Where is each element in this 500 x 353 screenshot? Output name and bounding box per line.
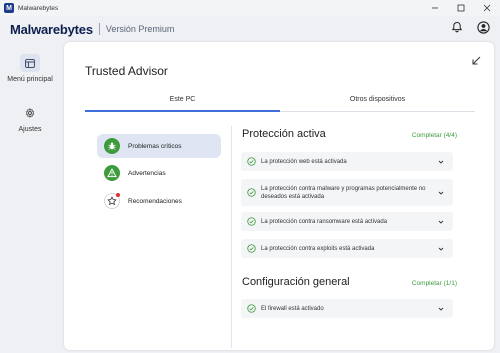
chevron-down-icon [438,247,444,251]
chevron-down-icon [438,220,444,224]
device-tabs: Este PC Otros dispositivos [85,94,475,112]
close-button[interactable] [474,0,500,16]
minimize-button[interactable] [422,0,448,16]
sidebar-item-label: Ajustes [18,126,42,133]
sidebar-item-dashboard[interactable]: Menú principal [0,54,60,83]
header-divider [98,23,100,35]
sidebar: Menú principal Ajustes [0,42,60,353]
category-warnings[interactable]: Advertencias [97,161,221,185]
section-status-badge: Completar (1/1) [411,280,457,287]
panel-divider [231,126,232,348]
item-label: La protección contra exploits está activ… [261,245,375,252]
config-item-firewall[interactable]: El firewall está activado [241,299,453,318]
close-icon [483,4,491,12]
item-label: La protección contra malware y programas… [261,185,426,200]
chevron-down-icon [438,160,444,164]
sidebar-item-label: Menú principal [7,76,53,83]
item-label: La protección contra ransomware está act… [261,218,388,225]
check-circle-icon [247,217,256,226]
check-circle-icon [247,157,256,166]
protection-item-exploits[interactable]: La protección contra exploits está activ… [241,239,453,258]
window-title: Malwarebytes [18,4,59,12]
notification-dot [116,193,120,197]
category-label: Problemas críticos [128,142,182,150]
check-circle-icon [247,304,256,313]
malwarebytes-logo-icon: M [4,3,14,13]
category-label: Advertencias [128,169,166,177]
tab-otros-dispositivos[interactable]: Otros dispositivos [280,94,475,111]
window-titlebar: M Malwarebytes [0,0,500,16]
check-circle-icon [247,188,256,197]
protection-item-web[interactable]: La protección web está activada [241,152,453,171]
account-icon[interactable] [476,20,490,34]
chevron-down-icon [438,307,444,311]
chevron-down-icon [438,191,444,195]
maximize-icon [457,4,465,12]
bell-icon[interactable] [450,20,464,34]
window-controls [422,0,500,16]
collapse-button[interactable] [470,54,482,66]
warning-icon [104,165,120,181]
section-status-badge: Completar (4/4) [411,132,457,139]
page-title: Trusted Advisor [85,64,168,78]
brand-logo: Malwarebytes [10,21,93,37]
item-label: La protección web está activada [261,158,347,165]
sidebar-item-settings[interactable]: Ajustes [0,104,60,133]
category-recommendations[interactable]: Recomendaciones [97,189,221,213]
trusted-advisor-panel: Trusted Advisor Este PC Otros dispositiv… [64,42,494,350]
category-critical[interactable]: Problemas críticos [97,134,221,158]
minimize-icon [432,7,438,9]
arrow-collapse-icon [472,56,481,65]
app-header: Malwarebytes Versión Premium [0,16,500,42]
section-title-active-protection: Protección activa [242,128,326,140]
bug-icon [104,138,120,154]
section-title-general-config: Configuración general [242,276,350,288]
tab-este-pc[interactable]: Este PC [85,94,280,112]
maximize-button[interactable] [448,0,474,16]
gear-icon [20,104,40,122]
check-circle-icon [247,244,256,253]
protection-item-malware[interactable]: La protección contra malware y programas… [241,179,453,206]
edition-label: Versión Premium [105,24,175,34]
protection-item-ransomware[interactable]: La protección contra ransomware está act… [241,212,453,231]
item-label: El firewall está activado [261,305,324,312]
star-icon [104,193,120,209]
category-label: Recomendaciones [128,197,182,205]
dashboard-icon [20,54,40,72]
